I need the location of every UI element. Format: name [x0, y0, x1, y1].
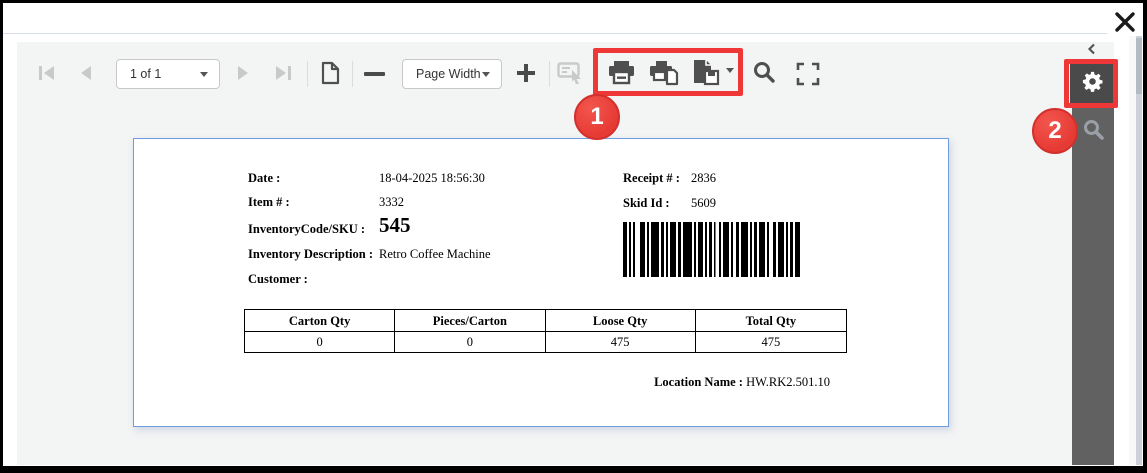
toolbar-separator — [307, 61, 308, 87]
field-date: Date : 18-04-2025 18:56:30 — [248, 171, 485, 185]
full-page-mode-button[interactable] — [318, 61, 342, 87]
scrollbar-track[interactable] — [1136, 36, 1142, 465]
zoom-out-button[interactable] — [362, 65, 386, 83]
table-value-total-qty: 475 — [696, 332, 846, 352]
previous-page-button[interactable] — [76, 64, 94, 84]
next-page-button[interactable] — [234, 64, 252, 84]
table-value-loose-qty: 475 — [546, 332, 696, 352]
callout-step-2: 2 — [1032, 108, 1078, 154]
field-value: 2836 — [691, 171, 716, 185]
chevron-down-icon — [200, 72, 208, 77]
next-page-icon — [236, 64, 251, 85]
location-value: HW.RK2.501.10 — [746, 375, 830, 389]
field-label: Receipt # : — [623, 171, 691, 185]
full-page-icon — [320, 61, 340, 88]
scrollbar-gutter — [1129, 36, 1136, 465]
location-label: Location Name : — [654, 375, 743, 389]
page-number-value: 1 of 1 — [130, 67, 161, 81]
table-header-carton-qty: Carton Qty — [245, 310, 395, 332]
zoom-mode-select[interactable]: Page Width — [402, 59, 502, 89]
interactive-mode-icon — [557, 62, 585, 88]
field-label: Item # : — [248, 195, 379, 209]
sidebar-collapse-button[interactable] — [1082, 43, 1100, 59]
field-value: 545 — [379, 218, 411, 236]
location-name: Location Name : HW.RK2.501.10 — [490, 375, 830, 390]
callout-step-1: 1 — [574, 94, 620, 140]
table-value-pieces-carton: 0 — [395, 332, 545, 352]
field-value: 5609 — [691, 196, 716, 210]
close-icon — [1113, 10, 1137, 39]
quantity-table: Carton Qty Pieces/Carton Loose Qty Total… — [244, 309, 847, 353]
report-viewer-window: 1 of 1 Page Width — [0, 0, 1147, 473]
search-icon — [752, 60, 777, 88]
field-skid-id: Skid Id : 5609 — [623, 196, 716, 210]
barcode — [623, 222, 801, 282]
table-header-loose-qty: Loose Qty — [546, 310, 696, 332]
field-item-number: Item # : 3332 — [248, 195, 404, 209]
search-icon — [1081, 117, 1106, 147]
sidebar-search-button[interactable] — [1072, 110, 1114, 154]
fullscreen-button[interactable] — [794, 62, 822, 88]
toolbar-separator — [352, 61, 353, 87]
field-receipt-number: Receipt # : 2836 — [623, 171, 716, 185]
zoom-in-icon — [515, 62, 537, 87]
chevron-down-icon — [482, 72, 490, 77]
previous-page-icon — [78, 64, 93, 85]
field-value: 18-04-2025 18:56:30 — [379, 171, 485, 185]
field-customer: Customer : — [248, 272, 379, 286]
field-label: InventoryCode/SKU : — [248, 222, 379, 236]
zoom-mode-value: Page Width — [416, 67, 481, 81]
print-group-highlight — [593, 48, 743, 96]
close-button[interactable] — [1110, 9, 1140, 39]
field-inventory-sku: InventoryCode/SKU : 545 — [248, 222, 411, 236]
fullscreen-icon — [796, 62, 820, 89]
field-label: Skid Id : — [623, 196, 691, 210]
callout-1-number: 1 — [590, 103, 603, 131]
scrollbar-thumb[interactable] — [1136, 38, 1142, 94]
settings-highlight — [1064, 59, 1118, 108]
top-divider — [3, 33, 1107, 34]
interactive-mode-button[interactable] — [556, 63, 586, 87]
first-page-button[interactable] — [36, 64, 58, 84]
field-value: Retro Coffee Machine — [379, 247, 491, 261]
zoom-out-icon — [364, 72, 385, 76]
field-label: Inventory Description : — [248, 247, 379, 261]
field-inventory-description: Inventory Description : Retro Coffee Mac… — [248, 247, 491, 261]
chevron-left-icon — [1087, 42, 1096, 60]
field-label: Customer : — [248, 272, 379, 286]
last-page-button[interactable] — [272, 64, 294, 84]
table-value-carton-qty: 0 — [245, 332, 395, 352]
last-page-icon — [273, 64, 293, 85]
first-page-icon — [37, 64, 57, 85]
toolbar-separator — [549, 61, 550, 87]
field-value: 3332 — [379, 195, 404, 209]
zoom-in-button[interactable] — [514, 62, 538, 86]
page-number-select[interactable]: 1 of 1 — [116, 59, 220, 89]
table-header-total-qty: Total Qty — [696, 310, 846, 332]
search-button[interactable] — [750, 61, 778, 87]
callout-2-number: 2 — [1048, 117, 1061, 145]
field-label: Date : — [248, 171, 379, 185]
table-header-pieces-carton: Pieces/Carton — [395, 310, 545, 332]
